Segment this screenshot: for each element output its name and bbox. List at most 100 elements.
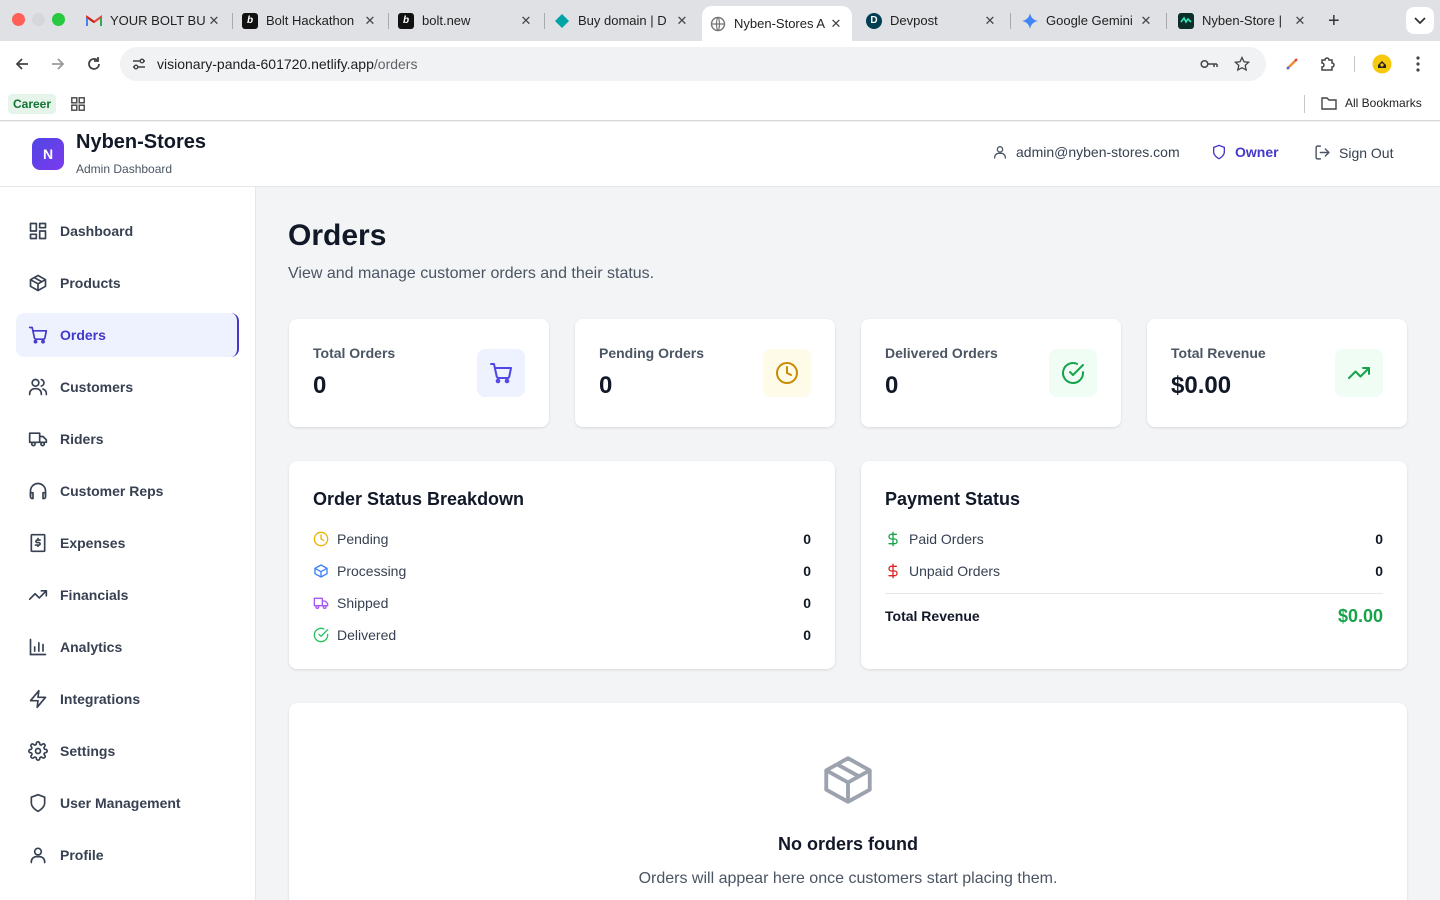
back-button[interactable] <box>10 52 34 76</box>
status-row-processing: Processing 0 <box>313 561 811 581</box>
stat-card-total-orders: Total Orders 0 <box>289 319 549 427</box>
browser-tab[interactable]: b Bolt Hackathon ✕ <box>234 6 386 35</box>
extensions-puzzle-icon[interactable] <box>1316 52 1340 76</box>
tab-title: bolt.new <box>422 13 471 28</box>
tab-separator <box>1166 13 1167 29</box>
status-label: Pending <box>337 531 389 547</box>
divider <box>885 593 1383 594</box>
bookmark-career[interactable]: Career <box>8 94 57 114</box>
total-revenue-label: Total Revenue <box>885 608 980 624</box>
star-icon[interactable] <box>1233 55 1251 73</box>
url-path: /orders <box>373 56 418 72</box>
tab-title: YOUR BOLT BU <box>110 13 206 28</box>
sidebar-item-integrations[interactable]: Integrations <box>16 677 239 721</box>
role-badge: Owner <box>1211 144 1279 160</box>
sidebar-item-label: Dashboard <box>60 223 134 239</box>
user-info: admin@nyben-stores.com <box>992 144 1180 160</box>
sidebar-item-analytics[interactable]: Analytics <box>16 625 239 669</box>
browser-tab[interactable]: Nyben-Store | ✕ <box>1170 6 1316 35</box>
close-icon[interactable]: ✕ <box>362 13 378 29</box>
browser-menu-icon[interactable] <box>1406 52 1430 76</box>
sidebar-item-label: User Management <box>60 795 181 811</box>
arrow-right-icon <box>52 58 65 70</box>
bolt-b-icon: b <box>242 12 258 29</box>
reload-button[interactable] <box>82 52 106 76</box>
brand-name: Nyben-Stores <box>76 131 207 153</box>
window-minimize-button[interactable] <box>32 13 45 26</box>
page-subtitle: View and manage customer orders and thei… <box>288 265 655 282</box>
stat-value: 0 <box>313 372 327 399</box>
main-content: Orders View and manage customer orders a… <box>256 187 1440 900</box>
address-bar[interactable]: visionary-panda-601720.netlify.app/order… <box>120 47 1266 81</box>
payment-count: 0 <box>1375 563 1383 579</box>
browser-tab[interactable]: YOUR BOLT BU ✕ <box>78 6 230 35</box>
dollar-icon <box>888 531 898 547</box>
url-text: visionary-panda-601720.netlify.app/order… <box>157 56 417 72</box>
tab-search-button[interactable] <box>1406 7 1434 34</box>
window-zoom-button[interactable] <box>52 13 65 26</box>
sidebar-item-products[interactable]: Products <box>16 261 239 305</box>
gear-icon <box>28 741 48 761</box>
dollar-icon <box>888 563 898 579</box>
close-icon[interactable]: ✕ <box>1138 13 1154 29</box>
sidebar-item-customers[interactable]: Customers <box>16 365 239 409</box>
sidebar-item-user-management[interactable]: User Management <box>16 781 239 825</box>
sidebar-item-expenses[interactable]: Expenses <box>16 521 239 565</box>
sidebar-item-orders[interactable]: Orders <box>16 313 239 357</box>
browser-tab[interactable]: Google Gemini ✕ <box>1014 6 1162 35</box>
sign-out-label: Sign Out <box>1339 144 1394 161</box>
shield-icon <box>30 793 46 813</box>
payment-row-paid: Paid Orders 0 <box>885 529 1383 549</box>
sign-out-button[interactable]: Sign Out <box>1314 144 1393 161</box>
bookmarks-bar: Career All Bookmarks <box>0 87 1440 121</box>
forward-button[interactable] <box>46 52 70 76</box>
sidebar-item-settings[interactable]: Settings <box>16 729 239 773</box>
close-icon[interactable]: ✕ <box>674 13 690 29</box>
browser-toolbar: visionary-panda-601720.netlify.app/order… <box>0 41 1440 87</box>
sidebar-item-dashboard[interactable]: Dashboard <box>16 209 239 253</box>
close-icon[interactable]: ✕ <box>982 13 998 29</box>
tab-title: Nyben-Stores A <box>734 16 826 31</box>
cart-icon <box>477 349 525 397</box>
all-bookmarks-button[interactable]: All Bookmarks <box>1321 96 1422 110</box>
sidebar-item-riders[interactable]: Riders <box>16 417 239 461</box>
close-icon[interactable]: ✕ <box>1292 13 1308 29</box>
payment-row-unpaid: Unpaid Orders 0 <box>885 561 1383 581</box>
sidebar-item-profile[interactable]: Profile <box>16 833 239 877</box>
close-icon[interactable]: ✕ <box>828 16 844 32</box>
window-close-button[interactable] <box>12 13 25 26</box>
browser-tab[interactable]: b bolt.new ✕ <box>390 6 542 35</box>
password-key-icon[interactable] <box>1200 55 1218 73</box>
box-icon <box>314 564 328 578</box>
sidebar-item-label: Profile <box>60 847 104 863</box>
apps-grid-icon[interactable] <box>71 97 85 111</box>
stat-label: Delivered Orders <box>885 345 998 361</box>
new-tab-button[interactable]: + <box>1328 10 1340 33</box>
panel-title: Order Status Breakdown <box>313 489 525 509</box>
pen-extension-icon[interactable] <box>1280 52 1304 76</box>
sidebar-item-label: Customer Reps <box>60 483 164 499</box>
bolt-b-icon: b <box>398 12 414 29</box>
box-icon <box>29 274 47 292</box>
status-label: Delivered <box>337 627 397 643</box>
panel-title: Payment Status <box>885 489 1021 509</box>
sidebar-item-financials[interactable]: Financials <box>16 573 239 617</box>
browser-tab[interactable]: D Devpost ✕ <box>858 6 1006 35</box>
clock-icon <box>763 349 811 397</box>
browser-tab[interactable]: Buy domain | D ✕ <box>546 6 698 35</box>
users-icon <box>28 378 48 396</box>
sidebar-item-label: Products <box>60 275 121 291</box>
close-icon[interactable]: ✕ <box>206 13 222 29</box>
tab-separator <box>544 13 545 29</box>
payment-label: Unpaid Orders <box>909 563 1001 579</box>
profile-avatar-icon[interactable] <box>1370 52 1394 76</box>
sidebar-item-customer-reps[interactable]: Customer Reps <box>16 469 239 513</box>
close-icon[interactable]: ✕ <box>518 13 534 29</box>
site-settings-icon[interactable] <box>129 54 149 74</box>
gmail-icon <box>86 13 102 29</box>
browser-tab-active[interactable]: Nyben-Stores A ✕ <box>702 6 852 41</box>
status-label: Shipped <box>337 595 389 611</box>
status-count: 0 <box>803 531 811 547</box>
url-host: visionary-panda-601720.netlify.app <box>157 56 374 72</box>
check-circle-icon <box>313 627 329 643</box>
